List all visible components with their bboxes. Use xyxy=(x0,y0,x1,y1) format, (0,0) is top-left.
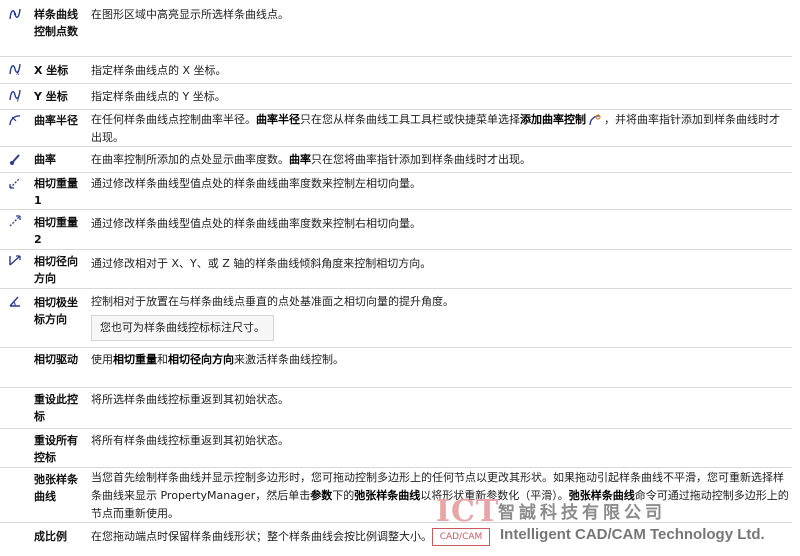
curvature-radius-icon xyxy=(6,112,24,128)
row-description: 通过修改相对于 X、Y、或 Z 轴的样条曲线倾斜角度来控制相切方向。 xyxy=(91,257,432,270)
row-description: 在任何样条曲线点控制曲率半径。曲率半径只在您从样条曲线工具工具栏或快捷菜单选择添… xyxy=(91,113,780,144)
row-description: 指定样条曲线点的 Y 坐标。 xyxy=(91,90,226,103)
row-label: 相切重量 2 xyxy=(34,216,78,246)
row-description: 控制相对于放置在与样条曲线点垂直的点处基准面之相切向量的提升角度。 xyxy=(91,295,454,308)
table-row: 相切重量1 通过修改样条曲线型值点处的样条曲线曲率度数来控制左相切向量。 xyxy=(0,173,792,210)
watermark-company-english: Intelligent CAD/CAM Technology Ltd. xyxy=(500,526,765,543)
note-box: 您也可为样条曲线控标标注尺寸。 xyxy=(91,315,274,341)
curvature-icon xyxy=(6,151,24,167)
spline-points-icon xyxy=(6,6,24,22)
table-row: 重设所有控标 将所有样条曲线控标重返到其初始状态。 xyxy=(0,429,792,468)
x-coordinate-icon: x xyxy=(6,61,24,77)
row-label: 相切重量1 xyxy=(34,177,78,207)
table-row: 重设此控标 将所选样条曲线控标重返到其初始状态。 xyxy=(0,388,792,429)
table-row: 样条曲线控制点数 在图形区域中高亮显示所选样条曲线点。 xyxy=(0,4,792,57)
row-label: 相切驱动 xyxy=(34,353,78,366)
row-description: 在图形区域中高亮显示所选样条曲线点。 xyxy=(91,8,289,21)
row-description: 使用相切重量和相切径向方向来激活样条曲线控制。 xyxy=(91,353,344,366)
tangent-weight-right-icon xyxy=(6,213,24,229)
table-row: 相切重量 2 通过修改样条曲线型值点处的样条曲线曲率度数来控制右相切向量。 xyxy=(0,210,792,250)
tangent-radial-direction-icon xyxy=(6,252,24,268)
row-description: 将所选样条曲线控标重返到其初始状态。 xyxy=(91,393,289,406)
row-description: 在曲率控制所添加的点处显示曲率度数。曲率只在您将曲率指针添加到样条曲线时才出现。 xyxy=(91,153,531,166)
table-row: x X 坐标 指定样条曲线点的 X 坐标。 xyxy=(0,57,792,84)
table-row: y Y 坐标 指定样条曲线点的 Y 坐标。 xyxy=(0,84,792,110)
row-label: 成比例 xyxy=(34,530,67,543)
row-label: X 坐标 xyxy=(34,64,69,77)
table-row: 曲率 在曲率控制所添加的点处显示曲率度数。曲率只在您将曲率指针添加到样条曲线时才… xyxy=(0,147,792,173)
row-description: 将所有样条曲线控标重返到其初始状态。 xyxy=(91,434,289,447)
row-label: 弛张样条曲线 xyxy=(34,473,78,503)
row-label: 相切径向方向 xyxy=(34,255,78,285)
row-label: 样条曲线控制点数 xyxy=(34,8,78,38)
watermark-company-chinese: 智誠科技有限公司 xyxy=(498,503,666,523)
row-label: 曲率半径 xyxy=(34,114,78,127)
row-description: 通过修改样条曲线型值点处的样条曲线曲率度数来控制右相切向量。 xyxy=(91,217,421,230)
company-watermark: ICT CAD/CAM 智誠科技有限公司 Intelligent CAD/CAM… xyxy=(430,494,800,556)
row-description: 指定样条曲线点的 X 坐标。 xyxy=(91,64,227,77)
table-row: 相切极坐标方向 控制相对于放置在与样条曲线点垂直的点处基准面之相切向量的提升角度… xyxy=(0,289,792,348)
table-row: 曲率半径 在任何样条曲线点控制曲率半径。曲率半径只在您从样条曲线工具工具栏或快捷… xyxy=(0,110,792,147)
svg-text:x: x xyxy=(16,70,20,76)
row-description: 通过修改样条曲线型值点处的样条曲线曲率度数来控制左相切向量。 xyxy=(91,177,421,190)
row-label: Y 坐标 xyxy=(34,90,68,103)
row-label: 相切极坐标方向 xyxy=(34,296,78,326)
tangent-weight-left-icon xyxy=(6,175,24,191)
y-coordinate-icon: y xyxy=(6,87,24,103)
row-label: 曲率 xyxy=(34,153,56,166)
tangent-polar-direction-icon xyxy=(6,293,24,309)
row-label: 重设此控标 xyxy=(34,393,78,423)
row-label: 重设所有控标 xyxy=(34,434,78,464)
svg-text:y: y xyxy=(16,96,20,102)
table-row: 相切径向方向 通过修改相对于 X、Y、或 Z 轴的样条曲线倾斜角度来控制相切方向… xyxy=(0,250,792,289)
table-row: 相切驱动 使用相切重量和相切径向方向来激活样条曲线控制。 xyxy=(0,348,792,388)
ict-logo: ICT CAD/CAM xyxy=(430,494,498,548)
add-curvature-control-icon xyxy=(588,113,602,127)
